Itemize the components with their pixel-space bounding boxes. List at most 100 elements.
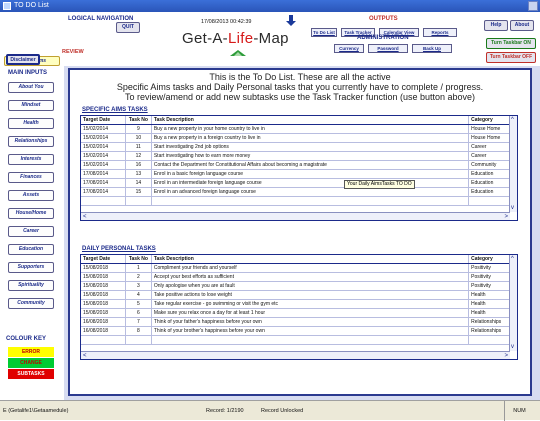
cell-task-no[interactable]: 6 [126, 309, 152, 317]
cell-description[interactable]: Compliment your friends and yourself [152, 264, 470, 272]
cell-description[interactable]: Start investigating 2nd job options [152, 143, 470, 151]
cell-description[interactable]: Accept your best efforts as sufficient [152, 273, 470, 281]
column-header-task-description[interactable]: Task Description [152, 255, 470, 263]
cell-task-no[interactable]: 1 [126, 264, 152, 272]
about-button[interactable]: About [510, 20, 534, 31]
cell-description[interactable]: Start investigating how to earn more mon… [152, 152, 470, 160]
cell-date[interactable]: 15/02/2014 [81, 161, 126, 169]
cell-date[interactable]: 15/08/2018 [81, 300, 126, 308]
cell-description[interactable] [152, 336, 470, 344]
cell-date[interactable]: 15/08/2018 [81, 309, 126, 317]
table-row[interactable]: 15/02/2014 12 Start investigating how to e… [81, 152, 517, 161]
table-row[interactable]: 15/02/2014 10 Buy a new property in a fore… [81, 134, 517, 143]
table-row[interactable]: 16/08/2018 8 Think of your brother's happi… [81, 327, 517, 336]
help-button[interactable]: Help [484, 20, 508, 31]
cell-task-no[interactable]: 9 [126, 125, 152, 133]
sidebar-item-community[interactable]: Community [8, 298, 54, 309]
sidebar-item-finances[interactable]: Finances [8, 172, 54, 183]
cell-description[interactable]: Only apologise when you are at fault [152, 282, 470, 290]
cell-description[interactable]: Make sure you relax once a day for at le… [152, 309, 470, 317]
quit-button[interactable]: QUIT [116, 22, 140, 33]
sidebar-item-about-you[interactable]: About You [8, 82, 54, 93]
column-header-target-date[interactable]: Target Date [81, 116, 126, 124]
turn-taskbar-off-button[interactable]: Turn Taskbar OFF [486, 52, 536, 63]
column-header-task-no[interactable]: Task No [126, 116, 152, 124]
cell-date[interactable]: 17/08/2014 [81, 179, 126, 187]
table-row[interactable]: 16/08/2018 7 Think of your father's happin… [81, 318, 517, 327]
reports-button[interactable]: Reports [423, 28, 457, 37]
cell-task-no[interactable]: 10 [126, 134, 152, 142]
cell-date[interactable]: 15/08/2018 [81, 273, 126, 281]
cell-task-no[interactable]: 5 [126, 300, 152, 308]
disclaimer-button[interactable]: Disclaimer [6, 54, 40, 65]
currency-button[interactable]: Currency [334, 44, 364, 53]
sidebar-item-house-home[interactable]: House/Home [8, 208, 54, 219]
cell-description[interactable]: Take regular exercise - go swimming or v… [152, 300, 470, 308]
table-row-new[interactable] [81, 197, 517, 206]
cell-task-no[interactable]: 16 [126, 161, 152, 169]
cell-date[interactable]: 17/08/2014 [81, 188, 126, 196]
table-row[interactable]: 15/08/2018 2 Accept your best efforts as s… [81, 273, 517, 282]
cell-task-no[interactable]: 8 [126, 327, 152, 335]
table-row[interactable]: 15/02/2014 9 Buy a new property in your ho… [81, 125, 517, 134]
cell-description[interactable]: Think of your father's happiness before … [152, 318, 470, 326]
scroll-right-icon[interactable]: > [504, 213, 508, 221]
sidebar-item-assets[interactable]: Assets [8, 190, 54, 201]
cell-description[interactable]: Think of your brother's happiness before… [152, 327, 470, 335]
cell-task-no[interactable]: 11 [126, 143, 152, 151]
scroll-down-icon[interactable]: v [511, 204, 514, 212]
close-window-button[interactable] [528, 1, 538, 11]
cell-description[interactable]: Buy a new property in a foreign country … [152, 134, 470, 142]
sidebar-item-education[interactable]: Education [8, 244, 54, 255]
sidebar-item-supporters[interactable]: Supporters [8, 262, 54, 273]
sidebar-item-relationships[interactable]: Relationships [8, 136, 54, 147]
cell-date[interactable] [81, 336, 126, 344]
table-row[interactable]: 15/02/2014 11 Start investigating 2nd job … [81, 143, 517, 152]
sidebar-item-health[interactable]: Health [8, 118, 54, 129]
specific-horizontal-scrollbar[interactable]: < > [81, 212, 510, 220]
cell-task-no[interactable]: 13 [126, 170, 152, 178]
scroll-up-icon[interactable]: ^ [511, 255, 514, 263]
table-row[interactable]: 15/08/2018 6 Make sure you relax once a da… [81, 309, 517, 318]
column-header-task-no[interactable]: Task No [126, 255, 152, 263]
cell-task-no[interactable]: 14 [126, 179, 152, 187]
cell-date[interactable]: 15/02/2014 [81, 134, 126, 142]
scroll-down-icon[interactable]: v [511, 343, 514, 351]
cell-date[interactable]: 15/02/2014 [81, 143, 126, 151]
scroll-left-icon[interactable]: < [83, 213, 87, 221]
table-row[interactable]: 15/08/2018 5 Take regular exercise - go sw… [81, 300, 517, 309]
to-do-list-button[interactable]: To Do List [311, 28, 337, 37]
scroll-up-icon[interactable]: ^ [511, 116, 514, 124]
table-row-new[interactable] [81, 336, 517, 345]
specific-vertical-scrollbar[interactable]: ^ v [509, 116, 517, 212]
table-row[interactable]: 17/08/2014 15 Enrol in an advanced foreign… [81, 188, 517, 197]
cell-date[interactable]: 15/02/2014 [81, 152, 126, 160]
cell-description[interactable]: Enrol in an intermediate foreign languag… [152, 179, 470, 187]
cell-date[interactable]: 15/08/2018 [81, 282, 126, 290]
daily-vertical-scrollbar[interactable]: ^ v [509, 255, 517, 351]
cell-description[interactable]: Buy a new property in your home country … [152, 125, 470, 133]
cell-date[interactable]: 16/08/2018 [81, 318, 126, 326]
cell-description[interactable]: Enrol in an advanced foreign language co… [152, 188, 470, 196]
scroll-right-icon[interactable]: > [504, 352, 508, 360]
sidebar-item-interests[interactable]: Interests [8, 154, 54, 165]
sidebar-item-career[interactable]: Career [8, 226, 54, 237]
table-row[interactable]: 17/08/2014 14 Enrol in an intermediate for… [81, 179, 517, 188]
scroll-left-icon[interactable]: < [83, 352, 87, 360]
cell-date[interactable]: 15/02/2014 [81, 125, 126, 133]
cell-date[interactable] [81, 197, 126, 205]
turn-taskbar-on-button[interactable]: Turn Taskbar ON [486, 38, 536, 49]
cell-date[interactable]: 15/08/2018 [81, 264, 126, 272]
column-header-target-date[interactable]: Target Date [81, 255, 126, 263]
cell-task-no[interactable]: 4 [126, 291, 152, 299]
column-header-task-description[interactable]: Task Description [152, 116, 470, 124]
cell-date[interactable]: 16/08/2018 [81, 327, 126, 335]
cell-task-no[interactable] [126, 336, 152, 344]
cell-task-no[interactable]: 2 [126, 273, 152, 281]
cell-date[interactable]: 15/08/2018 [81, 291, 126, 299]
cell-description[interactable]: Take positive actions to lose weight [152, 291, 470, 299]
table-row[interactable]: 15/08/2018 1 Compliment your friends and y… [81, 264, 517, 273]
cell-description[interactable]: Enrol in a basic foreign language course [152, 170, 470, 178]
sidebar-item-spirituality[interactable]: Spirituality [8, 280, 54, 291]
daily-horizontal-scrollbar[interactable]: < > [81, 351, 510, 359]
